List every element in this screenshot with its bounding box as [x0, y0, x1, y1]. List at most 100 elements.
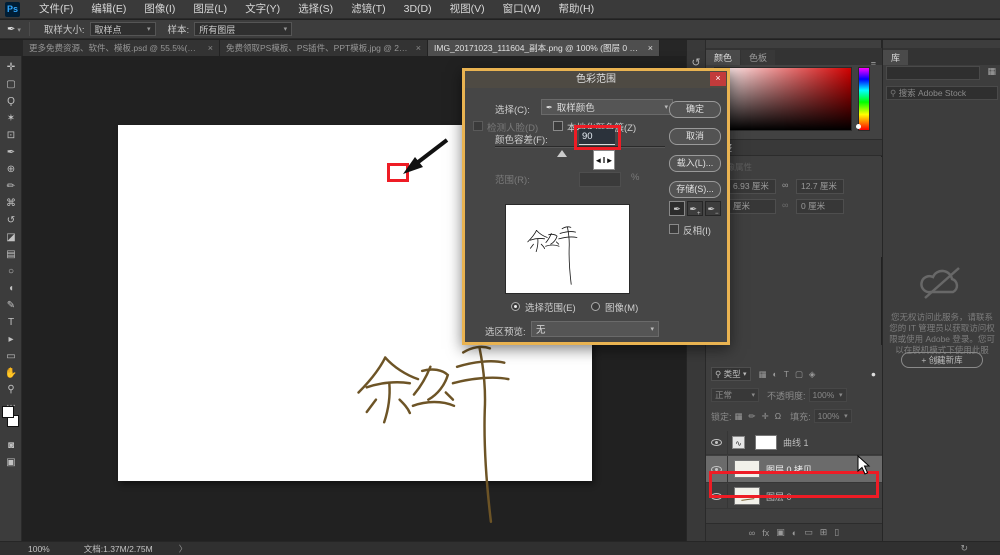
- sample-select[interactable]: 所有图层▾: [194, 22, 292, 36]
- menu-layer[interactable]: 图层(L): [184, 0, 236, 19]
- photoshop-logo-icon[interactable]: Ps: [5, 2, 20, 17]
- foreground-color-swatch[interactable]: [2, 406, 14, 418]
- save-button[interactable]: 存储(S)...: [669, 181, 721, 198]
- selection-preview-dropdown[interactable]: 无 ▾: [531, 321, 659, 337]
- select-dropdown[interactable]: ✒ 取样颜色 ▾: [541, 99, 673, 115]
- eraser-tool[interactable]: ◪: [0, 230, 22, 245]
- tab-swatches[interactable]: 色板: [741, 50, 775, 65]
- brush-tool[interactable]: ✏: [0, 179, 22, 194]
- move-tool[interactable]: ✛: [0, 60, 22, 75]
- blur-tool[interactable]: ○: [0, 264, 22, 279]
- eyedropper-subtract-button[interactable]: ✒−: [705, 201, 721, 216]
- zoom-level[interactable]: 100%: [28, 544, 50, 554]
- curves-adjustment-icon[interactable]: ∿: [732, 436, 745, 449]
- lock-paint-icon[interactable]: ✏: [749, 411, 756, 422]
- lasso-tool[interactable]: Ϙ: [0, 94, 22, 109]
- layer-effects-icon[interactable]: fx: [762, 528, 769, 538]
- delete-layer-icon[interactable]: ▯: [834, 527, 839, 538]
- blend-mode-select[interactable]: 正常▾: [711, 388, 759, 402]
- menu-window[interactable]: 窗口(W): [494, 0, 550, 19]
- eyedropper-sample-button[interactable]: ✒: [669, 201, 685, 216]
- screen-mode-button[interactable]: ▣: [0, 455, 22, 470]
- layer-visibility-toggle[interactable]: [706, 431, 728, 454]
- filter-type-select[interactable]: ⚲ 类型 ▾: [711, 367, 751, 381]
- shape-tool[interactable]: ▭: [0, 349, 22, 364]
- eyedropper-add-button[interactable]: ✒+: [687, 201, 703, 216]
- opacity-field[interactable]: 100%▾: [809, 388, 847, 402]
- library-select[interactable]: [886, 66, 980, 80]
- crop-tool[interactable]: ⊡: [0, 128, 22, 143]
- hand-tool[interactable]: ✋: [0, 366, 22, 381]
- dialog-close-button[interactable]: ×: [710, 72, 726, 86]
- quick-selection-tool[interactable]: ✶: [0, 111, 22, 126]
- menu-filter[interactable]: 滤镜(T): [342, 0, 394, 19]
- image-radio[interactable]: [591, 302, 600, 311]
- path-selection-tool[interactable]: ▸: [0, 332, 22, 347]
- add-layer-mask-icon[interactable]: ▣: [776, 527, 785, 538]
- menu-edit[interactable]: 编辑(E): [82, 0, 135, 19]
- cancel-button[interactable]: 取消: [669, 128, 721, 145]
- new-layer-icon[interactable]: ⊞: [820, 527, 828, 538]
- tab-libraries[interactable]: 库: [883, 50, 908, 65]
- pen-tool[interactable]: ✎: [0, 298, 22, 313]
- selection-radio[interactable]: [511, 302, 520, 311]
- quick-mask-button[interactable]: ◙: [0, 438, 22, 453]
- offset-field[interactable]: 0 厘米: [796, 199, 844, 214]
- type-tool[interactable]: T: [0, 315, 22, 330]
- menu-type[interactable]: 文字(Y): [236, 0, 289, 19]
- menu-file[interactable]: 文件(F): [30, 0, 82, 19]
- library-search-input[interactable]: ⚲ 搜索 Adobe Stock: [886, 86, 998, 100]
- range-input[interactable]: [579, 172, 621, 187]
- link-dimensions-icon[interactable]: ∞: [782, 180, 788, 190]
- doc-height-field[interactable]: 12.7 厘米: [796, 179, 844, 194]
- active-eyedropper-tool-icon[interactable]: ✒▾: [7, 24, 21, 35]
- status-arrow-icon[interactable]: 〉: [179, 543, 188, 555]
- document-tab-2[interactable]: 免费领取PS模板、PS插件、PPT模板.jpg @ 29.8% (免... ×: [220, 40, 428, 56]
- link-layers-icon[interactable]: ∞: [749, 528, 755, 538]
- menu-view[interactable]: 视图(V): [441, 0, 494, 19]
- history-brush-tool[interactable]: ↺: [0, 213, 22, 228]
- unit-select[interactable]: 厘米: [728, 199, 776, 214]
- layer-row-curves[interactable]: ∿ 曲线 1: [706, 431, 882, 455]
- saturation-brightness-field[interactable]: [714, 67, 852, 131]
- marquee-tool[interactable]: ▢: [0, 77, 22, 92]
- eyedropper-tool[interactable]: ✒: [0, 145, 22, 160]
- doc-width-field[interactable]: 6.93 厘米: [728, 179, 776, 194]
- new-adjustment-layer-icon[interactable]: ◐: [792, 528, 797, 538]
- sync-status-icon[interactable]: ↻: [960, 543, 968, 554]
- color-swatches[interactable]: [2, 406, 20, 432]
- layer-mask-thumbnail[interactable]: [755, 435, 777, 450]
- dialog-title[interactable]: 色彩范围: [465, 71, 727, 88]
- ok-button[interactable]: 确定: [669, 101, 721, 118]
- menu-3d[interactable]: 3D(D): [395, 0, 441, 19]
- gradient-tool[interactable]: ▤: [0, 247, 22, 262]
- menu-image[interactable]: 图像(I): [135, 0, 184, 19]
- dodge-tool[interactable]: ◖: [0, 281, 22, 296]
- menu-help[interactable]: 帮助(H): [550, 0, 604, 19]
- filter-shape-layers-icon[interactable]: ▢: [795, 369, 803, 380]
- healing-brush-tool[interactable]: ⊕: [0, 162, 22, 177]
- lock-position-icon[interactable]: ✛: [762, 411, 769, 422]
- lock-transparency-icon[interactable]: ▦: [735, 411, 743, 422]
- close-icon[interactable]: ×: [648, 43, 653, 53]
- lock-all-icon[interactable]: Ω: [775, 411, 781, 421]
- fill-field[interactable]: 100%▾: [814, 409, 852, 423]
- clone-stamp-tool[interactable]: ⌘: [0, 196, 22, 211]
- grid-view-icon[interactable]: ▦: [987, 66, 996, 77]
- new-group-icon[interactable]: ▭: [804, 527, 813, 538]
- localized-clusters-checkbox[interactable]: [553, 121, 563, 131]
- menu-select[interactable]: 选择(S): [289, 0, 342, 19]
- hue-slider[interactable]: [858, 67, 870, 131]
- close-icon[interactable]: ×: [416, 43, 421, 53]
- document-tab-active[interactable]: IMG_20171023_111604_副本.png @ 100% (图层 0 …: [428, 40, 660, 56]
- filter-smart-objects-icon[interactable]: ◈: [809, 369, 816, 380]
- close-icon[interactable]: ×: [208, 43, 213, 53]
- document-tab-1[interactable]: 更多免费资源、软件、模板.psd @ 55.5%(图层 2, RG... ×: [23, 40, 220, 56]
- filter-toggle[interactable]: ●: [871, 369, 876, 379]
- tab-color[interactable]: 颜色: [706, 50, 740, 65]
- layer-name[interactable]: 曲线 1: [783, 436, 809, 449]
- load-button[interactable]: 载入(L)...: [669, 155, 721, 172]
- hue-marker[interactable]: [856, 124, 861, 129]
- zoom-tool[interactable]: ⚲: [0, 382, 22, 397]
- filter-type-layers-icon[interactable]: T: [784, 369, 789, 379]
